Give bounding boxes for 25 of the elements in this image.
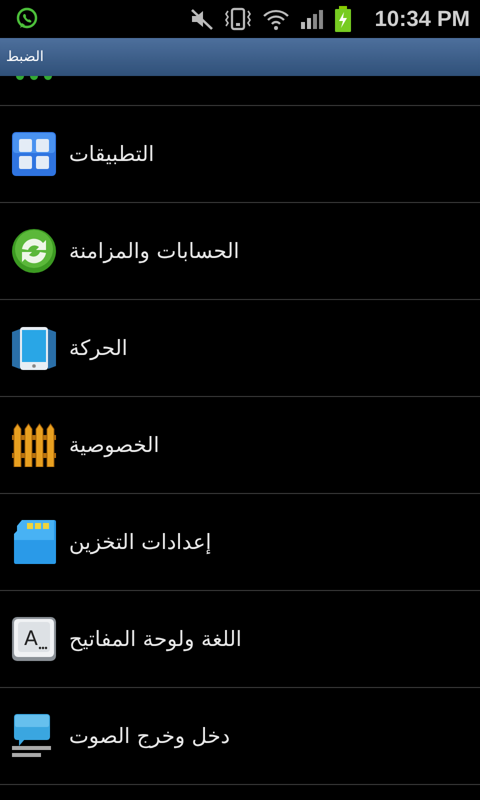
- settings-item[interactable]: إعدادات التخزين: [0, 494, 480, 591]
- screen-title: الضبط: [6, 49, 44, 65]
- item-label: دخل وخرج الصوت: [69, 724, 230, 748]
- item-label: اللغة ولوحة المفاتيح: [69, 627, 242, 651]
- settings-item[interactable]: الخصوصية: [0, 397, 480, 494]
- item-label: الحسابات والمزامنة: [69, 239, 240, 263]
- app-grid-icon: [12, 132, 56, 176]
- item-label: إعدادات التخزين: [69, 530, 212, 554]
- item-label: التطبيقات: [69, 142, 154, 166]
- sync-icon: [12, 229, 56, 273]
- wifi-icon: [260, 7, 291, 31]
- settings-item[interactable]: الحسابات والمزامنة: [0, 203, 480, 300]
- settings-item[interactable]: الحركة: [0, 300, 480, 397]
- item-label: الحركة: [69, 336, 128, 360]
- fence-icon: [12, 423, 56, 467]
- key-letter: A: [24, 626, 38, 650]
- signal-icon: [298, 7, 325, 31]
- mute-icon: [188, 7, 215, 31]
- settings-item[interactable]: التطبيقات: [0, 106, 480, 203]
- item-label: الخصوصية: [69, 433, 160, 457]
- phone-icon: [12, 326, 56, 370]
- clock: 10:34 PM: [374, 6, 470, 32]
- vibrate-icon: [222, 6, 253, 32]
- sd-card-icon: [12, 520, 56, 564]
- settings-item[interactable]: دخل وخرج الصوت: [0, 688, 480, 785]
